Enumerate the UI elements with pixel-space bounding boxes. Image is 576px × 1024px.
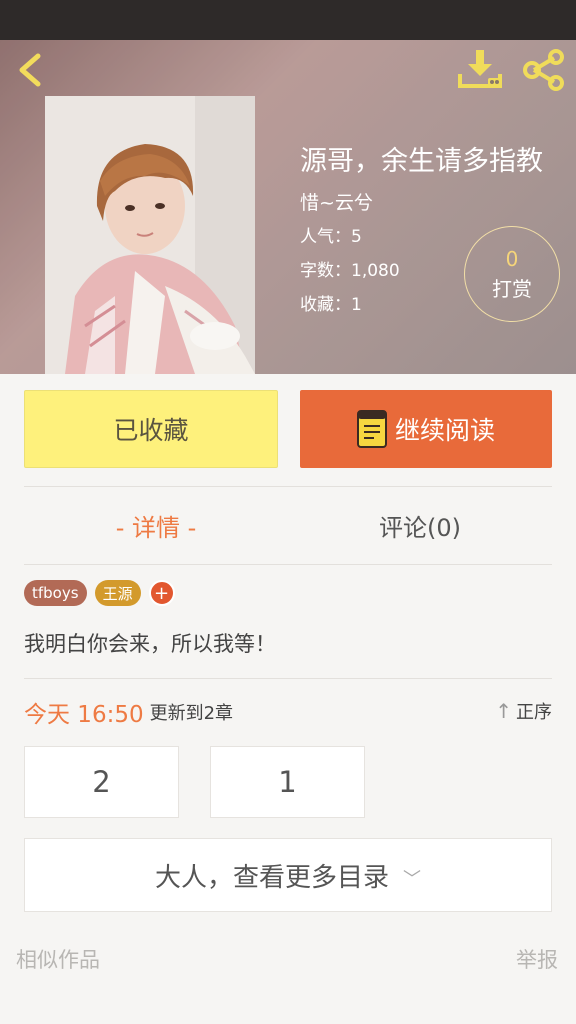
similar-works-heading: 相似作品 [16, 948, 100, 972]
book-header: 源哥，余生请多指教 惜~云兮 人气：5 字数：1,080 收藏：1 0 打赏 [0, 40, 576, 374]
chevron-down-icon: ﹀ [403, 869, 421, 890]
favorited-button[interactable]: 已收藏 [24, 390, 278, 468]
more-toc-label: 大人，查看更多目录 [154, 862, 389, 893]
back-button[interactable] [12, 50, 52, 90]
reward-count: 0 [505, 247, 519, 271]
tab-comments[interactable]: 评论(0) [288, 500, 552, 550]
share-icon [523, 49, 564, 91]
update-info: 今天 16:50 更新到2章 ↑ 正序 [24, 694, 552, 730]
sort-order-label: 正序 [516, 702, 552, 723]
download-button[interactable] [456, 48, 504, 92]
chevron-left-icon [19, 53, 41, 87]
book-author[interactable]: 惜~云兮 [300, 186, 543, 220]
report-link[interactable]: 举报 [516, 944, 558, 974]
sort-order-button[interactable]: ↑ 正序 [495, 698, 552, 724]
continue-reading-label: 继续阅读 [394, 416, 495, 445]
chapter-item[interactable]: 2 [24, 746, 179, 818]
add-tag-button[interactable]: + [148, 580, 175, 606]
tag-wangyuan[interactable]: 王源 [94, 580, 141, 606]
book-description: 我明白你会来，所以我等！ [24, 632, 276, 656]
reward-label: 打赏 [492, 277, 532, 301]
status-bar [0, 0, 576, 40]
tag-list: tfboys 王源 + [24, 580, 175, 606]
book-cover[interactable] [45, 96, 255, 374]
favorited-label: 已收藏 [113, 416, 189, 445]
tag-tfboys[interactable]: tfboys [24, 580, 87, 606]
book-icon [356, 410, 387, 448]
divider [24, 678, 552, 679]
more-toc-button[interactable]: 大人，查看更多目录 ﹀ [24, 838, 552, 912]
book-title: 源哥，余生请多指教 [300, 146, 543, 177]
update-text: 更新到2章 [149, 703, 234, 724]
divider [24, 486, 552, 487]
download-icon [458, 50, 502, 88]
arrow-up-icon: ↑ [495, 699, 512, 723]
tab-comments-label: 评论(0) [379, 513, 461, 542]
tab-details[interactable]: - 详情 - [24, 500, 288, 550]
reward-button[interactable]: 0 打赏 [464, 226, 560, 322]
divider [24, 564, 552, 565]
tab-details-label: - 详情 - [115, 513, 197, 542]
update-time: 今天 16:50 [24, 702, 144, 728]
chapter-item[interactable]: 1 [210, 746, 365, 818]
continue-reading-button[interactable]: 继续阅读 [300, 390, 552, 468]
share-button[interactable] [520, 48, 568, 92]
cover-illustration [45, 96, 255, 374]
